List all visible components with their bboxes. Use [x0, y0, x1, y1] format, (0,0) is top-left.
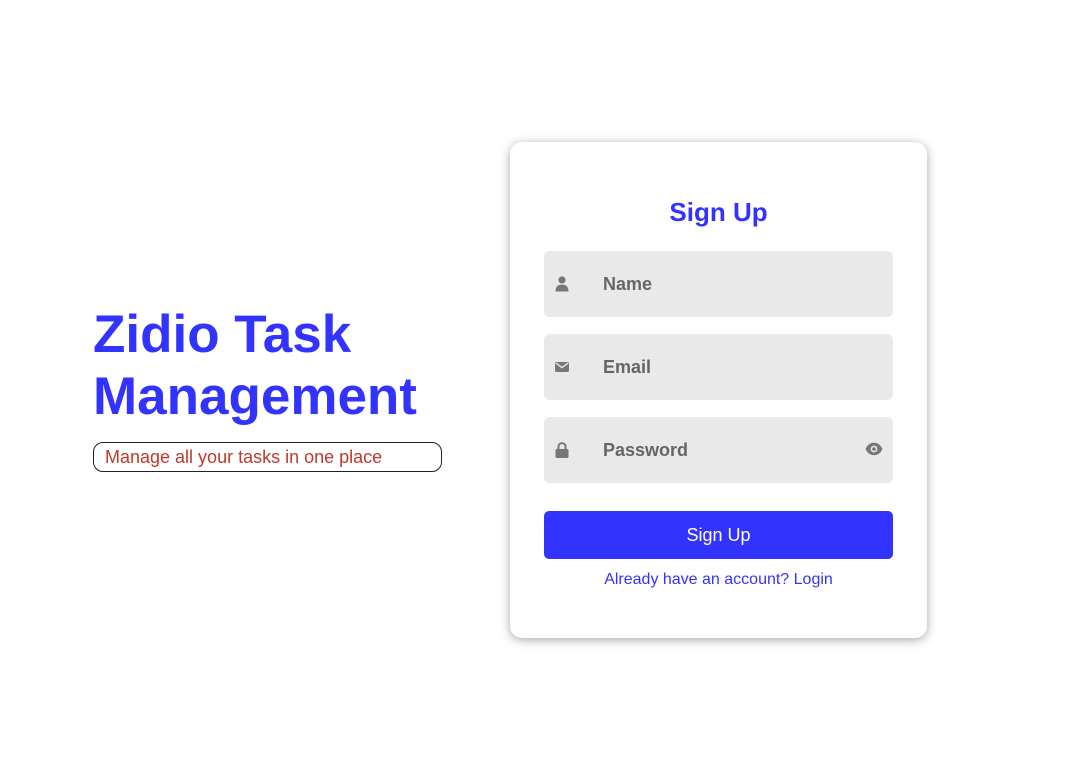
user-icon: [555, 276, 569, 292]
envelope-icon: [555, 362, 569, 372]
login-link[interactable]: Already have an account? Login: [604, 571, 833, 588]
app-tagline: Manage all your tasks in one place: [93, 442, 442, 472]
app-title: Zidio Task Management: [93, 304, 453, 428]
hero-section: Zidio Task Management Manage all your ta…: [93, 304, 453, 472]
eye-icon[interactable]: [865, 442, 883, 456]
lock-icon: [555, 442, 569, 458]
login-prompt: Already have an account? Login: [510, 570, 927, 590]
signup-card: Sign Up Name Email Sign Up Already have …: [510, 142, 927, 638]
password-field: [544, 417, 893, 483]
email-field: [544, 334, 893, 400]
app-title-line1: Zidio Task: [93, 305, 352, 364]
signup-page: Zidio Task Management Manage all your ta…: [0, 0, 1077, 770]
name-field: [544, 251, 893, 317]
name-input[interactable]: [603, 251, 853, 317]
app-title-line2: Management: [93, 367, 417, 426]
login-link-text: Login: [793, 571, 833, 588]
sign-up-button[interactable]: Sign Up: [544, 511, 893, 559]
password-input[interactable]: [603, 417, 853, 483]
email-input[interactable]: [603, 334, 853, 400]
login-prompt-text: Already have an account?: [604, 571, 794, 588]
signup-heading: Sign Up: [669, 197, 768, 227]
